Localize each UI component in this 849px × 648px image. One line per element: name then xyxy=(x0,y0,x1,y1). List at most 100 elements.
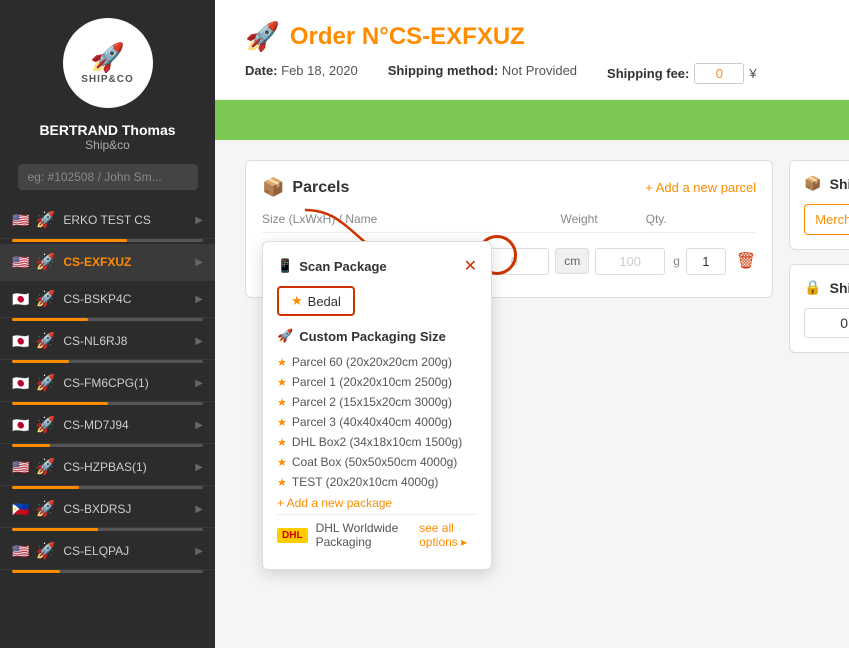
shipping-fee: Shipping fee: ¥ xyxy=(607,63,757,84)
chevron-right-icon: ▶ xyxy=(195,257,203,268)
sidebar-item-erko-test[interactable]: 🇺🇸 🚀 ERKO TEST CS ▶ xyxy=(0,202,215,239)
parcels-icon: 📦 xyxy=(262,177,284,198)
right-column: 📦 Shipment type Merchandise Documents Gi… xyxy=(789,160,849,353)
flag-icon: 🇺🇸 xyxy=(12,543,29,560)
rocket-icon: 🚀 xyxy=(35,289,55,309)
chevron-right-icon: ▶ xyxy=(195,462,203,473)
col-weight-header: Weight xyxy=(542,212,616,226)
shipment-insurance-section: 🔒 Shipment insurance JPY xyxy=(789,264,849,353)
sidebar-item-label: ERKO TEST CS xyxy=(63,213,195,227)
rocket-icon: 🚀 xyxy=(35,373,55,393)
star-icon: ★ xyxy=(277,416,287,429)
list-item[interactable]: ★TEST (20x20x10cm 4000g) xyxy=(277,472,477,492)
logo-text: SHIP&CO xyxy=(81,74,134,85)
sidebar-item-cs-nl6rj8[interactable]: 🇯🇵 🚀 CS-NL6RJ8 ▶ xyxy=(0,323,215,360)
shipment-type-icon: 📦 xyxy=(804,175,821,192)
custom-rocket-icon: 🚀 xyxy=(277,328,293,344)
rocket-icon: 🚀 xyxy=(35,415,55,435)
flag-icon: 🇺🇸 xyxy=(12,212,29,229)
popup-close-button[interactable]: ✕ xyxy=(464,256,477,276)
insurance-row: JPY xyxy=(804,308,849,338)
search-input[interactable] xyxy=(18,164,198,190)
content-area: 📦 Parcels + Add a new parcel Size (LxWxH… xyxy=(215,140,849,373)
star-icon: ★ xyxy=(277,456,287,469)
chevron-right-icon: ▶ xyxy=(195,294,203,305)
sidebar: 🚀 SHIP&CO BERTRAND Thomas Ship&co 🇺🇸 🚀 E… xyxy=(0,0,215,648)
chevron-right-icon: ▶ xyxy=(195,420,203,431)
parcel-qty-input[interactable] xyxy=(686,248,726,275)
shipping-method-value: Not Provided xyxy=(502,63,577,78)
package-item-label: Parcel 2 (15x15x20cm 3000g) xyxy=(292,395,452,409)
date-label: Date: xyxy=(245,63,278,78)
shipping-fee-input[interactable] xyxy=(694,63,744,84)
package-list: ★Parcel 60 (20x20x20cm 200g)★Parcel 1 (2… xyxy=(277,352,477,492)
sidebar-item-label: CS-NL6RJ8 xyxy=(63,334,195,348)
rocket-icon: 🚀 xyxy=(35,457,55,477)
flag-icon: 🇯🇵 xyxy=(12,417,29,434)
bedal-button[interactable]: ★ Bedal xyxy=(277,286,355,316)
scan-icon: 📱 xyxy=(277,258,293,274)
sidebar-item-cs-bxdrsj[interactable]: 🇵🇭 🚀 CS-BXDRSJ ▶ xyxy=(0,491,215,528)
rocket-icon: 🚀 xyxy=(35,541,55,561)
sidebar-item-cs-hzpbas1[interactable]: 🇺🇸 🚀 CS-HZPBAS(1) ▶ xyxy=(0,449,215,486)
sidebar-item-label: CS-HZPBAS(1) xyxy=(63,460,195,474)
date-value: Feb 18, 2020 xyxy=(281,63,358,78)
dhl-row: DHL DHL Worldwide Packaging see all opti… xyxy=(277,514,477,555)
insurance-title: Shipment insurance xyxy=(830,280,849,296)
insurance-value-input[interactable] xyxy=(804,308,849,338)
order-number: CS-EXFXUZ xyxy=(389,23,525,50)
list-item[interactable]: ★Parcel 2 (15x15x20cm 3000g) xyxy=(277,392,477,412)
green-status-bar xyxy=(215,100,849,140)
sidebar-item-cs-exfxuz[interactable]: 🇺🇸 🚀 CS-EXFXUZ ▶ xyxy=(0,244,215,281)
parcels-table-header: Size (LxWxH) / Name Weight Qty. xyxy=(262,212,756,233)
sidebar-item-label: CS-EXFXUZ xyxy=(63,255,195,269)
package-item-label: Parcel 3 (40x40x40cm 4000g) xyxy=(292,415,452,429)
order-rocket-icon: 🚀 xyxy=(245,20,280,53)
star-icon: ★ xyxy=(277,436,287,449)
parcels-section: 📦 Parcels + Add a new parcel Size (LxWxH… xyxy=(245,160,773,298)
star-icon: ★ xyxy=(277,376,287,389)
rocket-icon: 🚀 xyxy=(35,210,55,230)
order-prefix: Order N° xyxy=(290,23,389,50)
package-item-label: Coat Box (50x50x50cm 4000g) xyxy=(292,455,457,469)
chevron-right-icon: ▶ xyxy=(195,336,203,347)
scan-package-popup: 📱 Scan Package ✕ ★ Bedal 🚀 Custom Packag… xyxy=(262,241,492,570)
star-icon: ★ xyxy=(277,476,287,489)
order-meta: Date: Feb 18, 2020 Shipping method: Not … xyxy=(245,63,819,84)
custom-section-title: Custom Packaging Size xyxy=(299,329,446,344)
parcel-delete-button[interactable]: 🗑 xyxy=(736,251,756,271)
list-item[interactable]: ★Parcel 1 (20x20x10cm 2500g) xyxy=(277,372,477,392)
add-package-button[interactable]: + Add a new package xyxy=(277,496,477,510)
sidebar-item-cs-fm6cpg1[interactable]: 🇯🇵 🚀 CS-FM6CPG(1) ▶ xyxy=(0,365,215,402)
insurance-icon: 🔒 xyxy=(804,279,821,296)
list-item[interactable]: ★Parcel 60 (20x20x20cm 200g) xyxy=(277,352,477,372)
see-all-options-button[interactable]: see all options ▸ xyxy=(419,521,477,549)
rocket-icon: 🚀 xyxy=(35,331,55,351)
list-item[interactable]: ★ Parcel 3 (40x40x40cm 4000g) xyxy=(277,412,477,432)
shipping-method-label: Shipping method: xyxy=(388,63,498,78)
flag-icon: 🇯🇵 xyxy=(12,375,29,392)
list-item[interactable]: ★DHL Box2 (34x18x10cm 1500g) xyxy=(277,432,477,452)
sidebar-item-label: CS-FM6CPG(1) xyxy=(63,376,195,390)
add-parcel-button[interactable]: + Add a new parcel xyxy=(645,180,756,195)
currency-label: ¥ xyxy=(749,66,756,81)
sidebar-item-cs-md7j94[interactable]: 🇯🇵 🚀 CS-MD7J94 ▶ xyxy=(0,407,215,444)
shipment-type-select-wrapper: Merchandise Documents Gift Sample xyxy=(804,204,849,235)
col-qty-header: Qty. xyxy=(616,212,696,226)
chevron-right-icon: ▶ xyxy=(195,504,203,515)
parcel-unit-label: cm xyxy=(555,248,589,274)
chevron-right-icon: ▶ xyxy=(195,546,203,557)
logo-rocket-icon: 🚀 xyxy=(90,41,125,74)
list-item[interactable]: ★ Coat Box (50x50x50cm 4000g) xyxy=(277,452,477,472)
sidebar-item-cs-elqpaj[interactable]: 🇺🇸 🚀 CS-ELQPAJ ▶ xyxy=(0,533,215,570)
dhl-logo: DHL xyxy=(277,528,308,543)
flag-icon: 🇺🇸 xyxy=(12,254,29,271)
bedal-label: Bedal xyxy=(308,294,341,309)
parcel-weight-input[interactable] xyxy=(595,248,665,275)
sidebar-item-cs-bskp4c[interactable]: 🇯🇵 🚀 CS-BSKP4C ▶ xyxy=(0,281,215,318)
flag-icon: 🇯🇵 xyxy=(12,333,29,350)
flag-icon: 🇯🇵 xyxy=(12,291,29,308)
package-item-label: Parcel 60 (20x20x20cm 200g) xyxy=(292,355,452,369)
chevron-right-icon: ▶ xyxy=(195,378,203,389)
shipment-type-select[interactable]: Merchandise Documents Gift Sample xyxy=(804,204,849,235)
